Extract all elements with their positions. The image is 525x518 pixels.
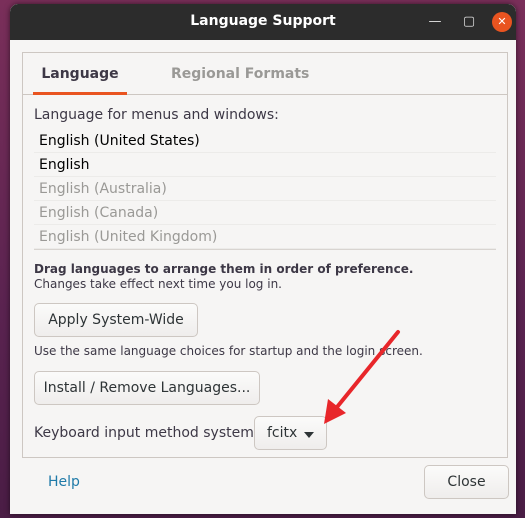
apply-hint: Use the same language choices for startu… [34, 344, 423, 358]
list-item[interactable]: English (United States) [34, 129, 496, 153]
tab-regional-formats[interactable]: Regional Formats [171, 53, 309, 95]
keyboard-input-value: fcitx [267, 425, 298, 441]
list-item[interactable]: English (United Kingdom) [34, 225, 496, 249]
maximize-icon[interactable]: ▢ [460, 13, 478, 31]
tab-bar: Language Regional Formats [23, 53, 507, 95]
title-bar: Language Support — ▢ ✕ [10, 4, 516, 40]
list-item[interactable]: English [34, 153, 496, 177]
language-list: English (United States) English English … [34, 129, 496, 250]
language-support-window: Language Support — ▢ ✕ Language Regional… [10, 4, 516, 514]
language-list-label: Language for menus and windows: [34, 107, 279, 123]
keyboard-input-select[interactable]: fcitx [254, 416, 327, 450]
help-link[interactable]: Help [48, 474, 80, 490]
notebook: Language Regional Formats Language for m… [22, 52, 508, 458]
apply-system-wide-button[interactable]: Apply System-Wide [34, 303, 198, 337]
tab-language[interactable]: Language [33, 53, 127, 95]
chevron-down-icon [304, 432, 314, 438]
drag-hint: Drag languages to arrange them in order … [34, 262, 414, 276]
change-hint: Changes take effect next time you log in… [34, 277, 282, 291]
close-button[interactable]: Close [424, 465, 509, 499]
list-item[interactable]: English (Canada) [34, 201, 496, 225]
list-item[interactable]: English (Australia) [34, 177, 496, 201]
minimize-icon[interactable]: — [426, 13, 444, 31]
close-icon[interactable]: ✕ [492, 12, 512, 32]
keyboard-input-label: Keyboard input method system: [34, 425, 259, 441]
install-remove-languages-button[interactable]: Install / Remove Languages... [34, 371, 260, 405]
